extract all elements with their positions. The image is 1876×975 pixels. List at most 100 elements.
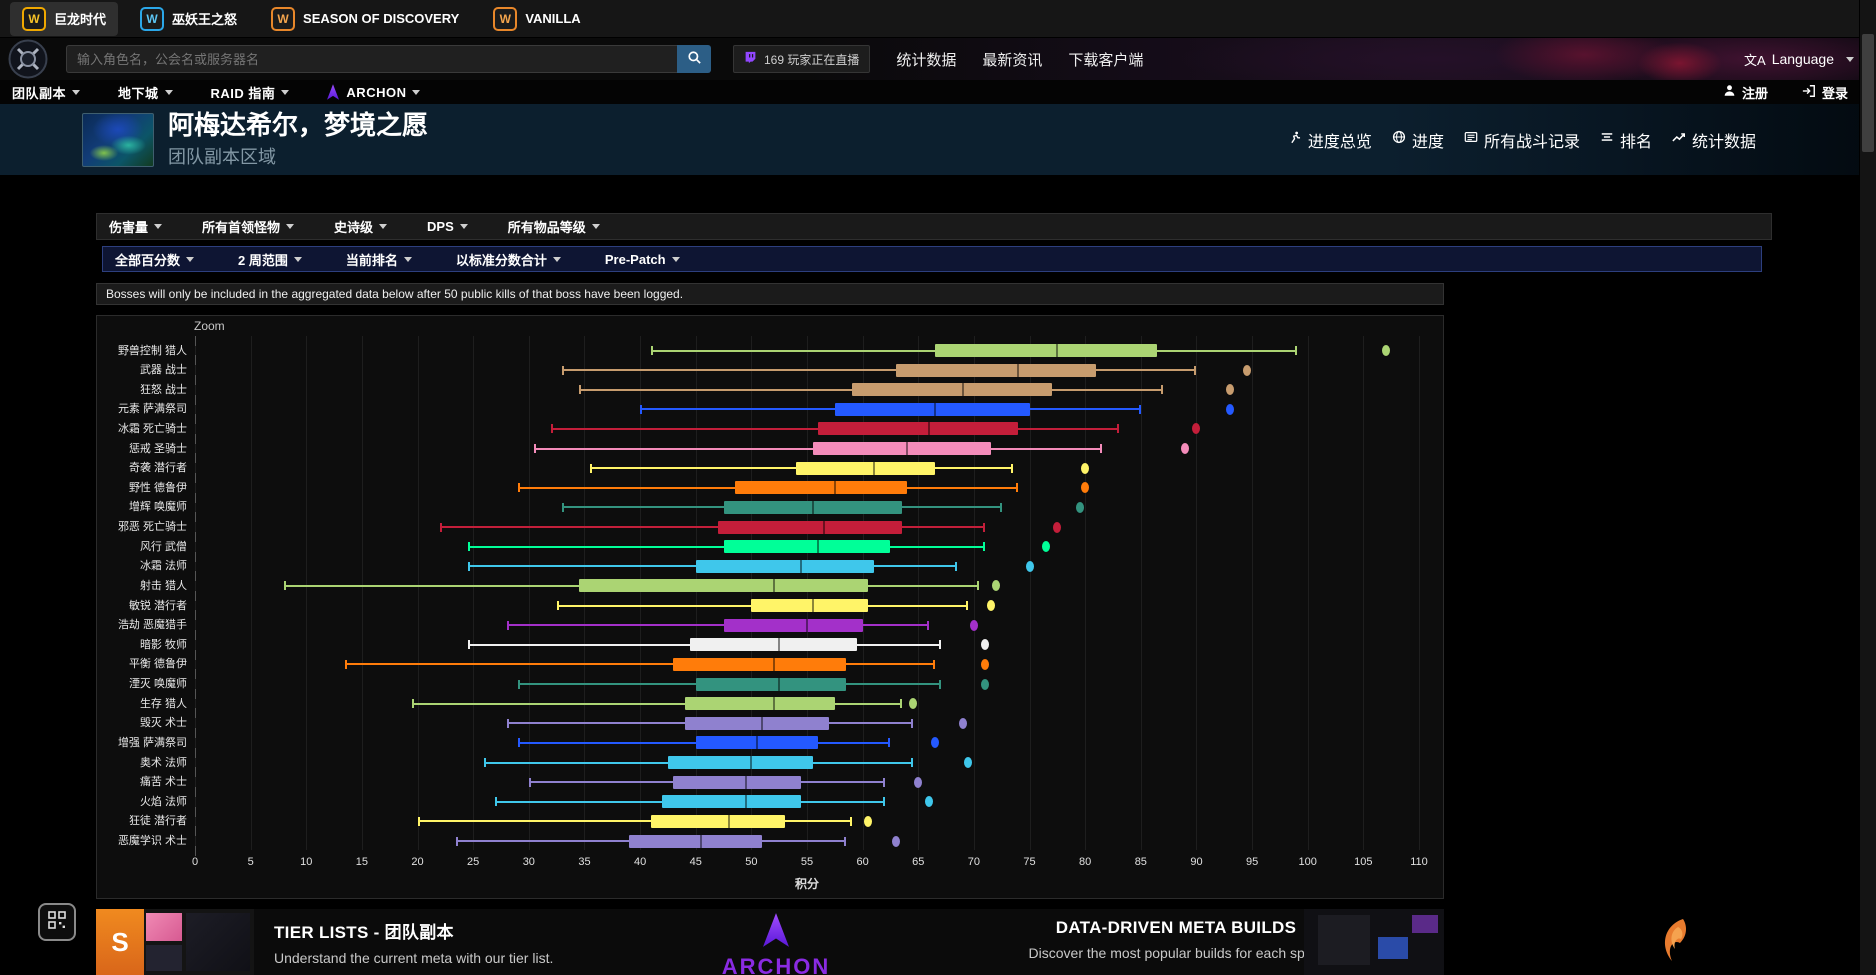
whisker-cap-high: [911, 758, 913, 767]
whisker-cap-low: [557, 601, 559, 610]
raid-link-progress[interactable]: 进度: [1392, 128, 1444, 152]
spec-label: 痛苦 术士: [97, 775, 187, 789]
outlier-dot: [1192, 423, 1200, 434]
promo-banner[interactable]: S TIER LISTS - 团队副本 Understand the curre…: [96, 909, 1444, 975]
median-line: [834, 481, 836, 494]
header-link-news[interactable]: 最新资讯: [982, 49, 1042, 70]
filter-score-aggregation[interactable]: 以标准分数合计: [456, 250, 561, 269]
x-tick-label: 45: [690, 856, 702, 868]
filter-time-range[interactable]: 2 周范围: [238, 250, 302, 269]
median-line: [756, 736, 758, 749]
boxplot-box[interactable]: [724, 540, 891, 553]
register-label: 注册: [1742, 83, 1768, 102]
boxplot-box[interactable]: [796, 462, 935, 475]
x-tick-label: 80: [1079, 856, 1091, 868]
x-tick-label: 5: [248, 856, 254, 868]
y-axis-tick: [195, 610, 196, 620]
boxplot-box[interactable]: [835, 403, 1030, 416]
filter-role[interactable]: DPS: [427, 219, 468, 234]
gridline: [362, 336, 363, 850]
boxplot-box[interactable]: [852, 383, 1052, 396]
boxplot-box[interactable]: [818, 422, 1018, 435]
median-line: [773, 579, 775, 592]
boxplot-box[interactable]: [696, 678, 846, 691]
nav-item-archon[interactable]: ARCHON: [327, 84, 420, 100]
filter-percentile[interactable]: 全部百分数: [115, 250, 194, 269]
language-selector[interactable]: 文A Language: [1744, 50, 1854, 69]
whisker-cap-low: [640, 405, 642, 414]
version-tab-dragonflight[interactable]: W 巨龙时代: [10, 2, 118, 36]
quick-menu-button[interactable]: [38, 903, 76, 941]
report-list-icon: [1464, 130, 1478, 149]
outlier-dot: [992, 580, 1000, 591]
twitch-live-badge[interactable]: 169 玩家正在直播: [733, 45, 870, 73]
wow-icon: W: [493, 7, 517, 31]
filter-bar-secondary: 全部百分数 2 周范围 当前排名 以标准分数合计 Pre-Patch: [102, 246, 1762, 272]
boxplot-box[interactable]: [673, 658, 845, 671]
whisker-cap-high: [883, 778, 885, 787]
thumbnail-tile: [1378, 937, 1408, 959]
filter-bar-primary: 伤害量 所有首领怪物 史诗级 DPS 所有物品等级: [96, 213, 1772, 240]
raid-link-label: 所有战斗记录: [1484, 128, 1580, 152]
version-tab-wrath[interactable]: W 巫妖王之怒: [128, 2, 249, 36]
scrollbar-thumb[interactable]: [1862, 34, 1874, 152]
search-input[interactable]: [66, 45, 677, 73]
boxplot-box[interactable]: [724, 619, 863, 632]
whisker-cap-high: [883, 797, 885, 806]
y-axis-tick: [195, 355, 196, 365]
boxplot-box[interactable]: [696, 560, 874, 573]
raid-link-rankings[interactable]: 排名: [1600, 128, 1652, 152]
outlier-dot: [1081, 482, 1089, 493]
median-line: [778, 678, 780, 691]
chevron-down-icon: [404, 257, 412, 262]
site-logo[interactable]: [8, 39, 48, 79]
builds-thumbnail: [1304, 909, 1444, 975]
boxplot-box[interactable]: [685, 697, 835, 710]
median-line: [773, 658, 775, 671]
version-tab-label: 巨龙时代: [54, 9, 106, 28]
boxplot-box[interactable]: [935, 344, 1158, 357]
boxplot-box[interactable]: [685, 717, 830, 730]
boxplot-box[interactable]: [813, 442, 991, 455]
whisker-cap-low: [468, 640, 470, 649]
boxplot-box[interactable]: [896, 364, 1096, 377]
filter-boss[interactable]: 所有首领怪物: [202, 217, 294, 236]
boxplot-box[interactable]: [662, 795, 801, 808]
boxplot-box[interactable]: [735, 481, 907, 494]
boxplot-box[interactable]: [668, 756, 813, 769]
filter-ranking-type[interactable]: 当前排名: [346, 250, 412, 269]
raid-link-all-reports[interactable]: 所有战斗记录: [1464, 128, 1580, 152]
boxplot-box[interactable]: [579, 579, 868, 592]
median-line: [823, 521, 825, 534]
thumbnail-tile: [146, 913, 182, 941]
boxplot-box[interactable]: [718, 521, 902, 534]
outlier-dot: [1081, 463, 1089, 474]
login-button[interactable]: 登录: [1802, 83, 1848, 102]
filter-item-level[interactable]: 所有物品等级: [508, 217, 600, 236]
header-link-download[interactable]: 下载客户端: [1068, 49, 1143, 70]
x-tick-label: 40: [634, 856, 646, 868]
boxplot-box[interactable]: [751, 599, 868, 612]
boxplot-box[interactable]: [651, 815, 785, 828]
gridline: [1363, 336, 1364, 850]
version-tab-sod[interactable]: W SEASON OF DISCOVERY: [259, 2, 471, 36]
filter-difficulty[interactable]: 史诗级: [334, 217, 387, 236]
y-axis-tick: [195, 493, 196, 503]
spec-label: 狂怒 战士: [97, 383, 187, 397]
filter-metric[interactable]: 伤害量: [109, 217, 162, 236]
nav-item-raid-guide[interactable]: RAID 指南: [211, 83, 290, 102]
whisker-cap-low: [579, 385, 581, 394]
boxplot-box[interactable]: [629, 835, 763, 848]
version-tab-vanilla[interactable]: W VANILLA: [481, 2, 592, 36]
search-button[interactable]: [677, 45, 711, 73]
raid-link-progress-overview[interactable]: 进度总览: [1289, 128, 1372, 152]
register-button[interactable]: 注册: [1723, 83, 1768, 102]
nav-item-raids[interactable]: 团队副本: [12, 83, 80, 102]
header-link-stats[interactable]: 统计数据: [896, 49, 956, 70]
boxplot-box[interactable]: [673, 776, 801, 789]
site-header: 169 玩家正在直播 统计数据 最新资讯 下载客户端 文A Language: [0, 38, 1876, 80]
filter-patch[interactable]: Pre-Patch: [605, 252, 680, 267]
nav-item-dungeons[interactable]: 地下城: [118, 83, 173, 102]
boxplot-box[interactable]: [690, 638, 857, 651]
raid-link-statistics[interactable]: 统计数据: [1672, 128, 1756, 152]
